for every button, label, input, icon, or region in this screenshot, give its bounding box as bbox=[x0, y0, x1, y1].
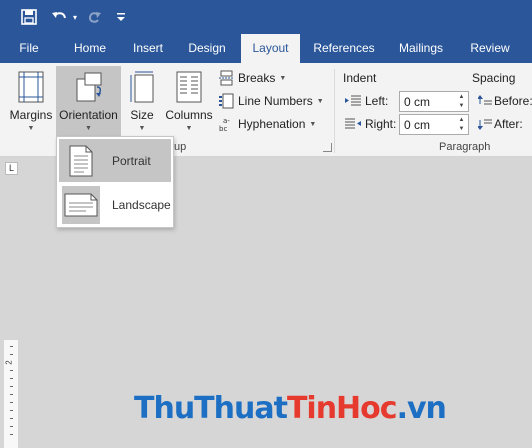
watermark-part: .vn bbox=[396, 391, 447, 426]
size-button[interactable]: Size ▼ bbox=[124, 66, 160, 136]
breaks-label: Breaks bbox=[238, 71, 276, 85]
indent-left-field[interactable]: 0 cm ▲ ▼ bbox=[399, 91, 469, 112]
tab-mailings[interactable]: Mailings bbox=[390, 34, 452, 63]
columns-icon bbox=[176, 71, 202, 103]
hyphenation-icon: a-bc bbox=[219, 117, 230, 132]
portrait-page-icon bbox=[62, 142, 100, 180]
paragraph-group-label: Paragraph bbox=[439, 141, 491, 153]
watermark-part: ThuThuat bbox=[134, 391, 288, 426]
menu-item-label: Landscape bbox=[112, 197, 171, 212]
tab-selector-button[interactable]: L bbox=[5, 162, 18, 175]
svg-text:a-: a- bbox=[223, 117, 230, 125]
undo-icon[interactable] bbox=[49, 6, 71, 28]
ruler-tick bbox=[10, 418, 13, 419]
spacing-after-label: After: bbox=[494, 117, 523, 131]
orientation-button[interactable]: Orientation ▼ bbox=[56, 66, 121, 136]
menu-item-label: Portrait bbox=[112, 153, 151, 168]
indent-left-spinner[interactable]: ▲ ▼ bbox=[457, 93, 466, 110]
size-icon bbox=[129, 71, 155, 103]
ruler-tick bbox=[10, 426, 13, 427]
tab-home[interactable]: Home bbox=[66, 34, 114, 63]
indent-right-label: Right: bbox=[365, 117, 397, 131]
indent-left-icon bbox=[345, 95, 361, 106]
ruler-tick bbox=[10, 394, 13, 395]
spacing-heading: Spacing bbox=[472, 71, 516, 85]
menu-item-landscape[interactable]: Landscape bbox=[59, 183, 171, 226]
title-bar: ▾ bbox=[0, 0, 532, 34]
breaks-button[interactable]: Breaks ▼ bbox=[219, 68, 286, 88]
chevron-down-icon: ▼ bbox=[185, 125, 193, 132]
indent-heading: Indent bbox=[343, 71, 377, 85]
svg-text:bc: bc bbox=[219, 125, 227, 132]
orientation-menu: Portrait Landscape bbox=[56, 136, 174, 228]
menu-item-portrait[interactable]: Portrait bbox=[59, 139, 171, 182]
tab-design[interactable]: Design bbox=[180, 34, 234, 63]
ruler-tick bbox=[10, 434, 13, 435]
page-setup-dialog-launcher-icon[interactable] bbox=[323, 143, 332, 152]
redo-icon[interactable] bbox=[84, 6, 104, 28]
indent-right-icon bbox=[345, 118, 361, 129]
line-numbers-button[interactable]: Line Numbers ▼ bbox=[219, 91, 324, 111]
margins-icon bbox=[18, 71, 44, 103]
watermark-part: TinHoc bbox=[286, 391, 398, 426]
chevron-down-icon: ▼ bbox=[279, 74, 287, 82]
indent-left-value: 0 cm bbox=[404, 94, 431, 109]
ruler-tick bbox=[10, 386, 13, 387]
margins-button[interactable]: Margins ▼ bbox=[6, 66, 56, 136]
spin-up-icon[interactable]: ▲ bbox=[457, 116, 466, 124]
line-numbers-label: Line Numbers bbox=[238, 94, 313, 108]
line-numbers-icon bbox=[219, 93, 234, 109]
chevron-down-icon: ▼ bbox=[309, 120, 317, 128]
hyphenation-label: Hyphenation bbox=[238, 117, 306, 131]
size-label: Size bbox=[130, 108, 154, 122]
columns-button[interactable]: Columns ▼ bbox=[162, 66, 216, 136]
tab-insert[interactable]: Insert bbox=[124, 34, 172, 63]
spacing-before-icon bbox=[478, 95, 492, 105]
chevron-down-icon: ▼ bbox=[316, 97, 324, 105]
spin-up-icon[interactable]: ▲ bbox=[457, 93, 466, 101]
page-setup-group-label: up bbox=[174, 141, 187, 153]
indent-right-value: 0 cm bbox=[404, 117, 431, 132]
spacing-before-label: Before: bbox=[494, 94, 532, 108]
vertical-ruler: 2 bbox=[4, 340, 18, 448]
ruler-tick bbox=[10, 346, 13, 347]
spacing-after-label-group: After: bbox=[478, 114, 523, 134]
orientation-icon bbox=[73, 71, 105, 103]
spin-down-icon[interactable]: ▼ bbox=[457, 125, 466, 133]
tab-file[interactable]: File bbox=[10, 34, 48, 63]
hyphenation-button[interactable]: a-bc Hyphenation ▼ bbox=[219, 114, 316, 134]
orientation-label: Orientation bbox=[59, 108, 118, 122]
customize-qat-icon[interactable] bbox=[114, 6, 128, 28]
indent-left-label: Left: bbox=[365, 94, 389, 108]
ruler-number: 2 bbox=[4, 360, 14, 365]
ruler-tick bbox=[10, 402, 13, 403]
ruler-tick bbox=[10, 410, 13, 411]
spacing-before-label-group: Before: bbox=[478, 91, 532, 111]
tab-references[interactable]: References bbox=[306, 34, 382, 63]
ribbon-tab-bar: File Home Insert Design Layout Reference… bbox=[0, 34, 532, 63]
chevron-down-icon: ▼ bbox=[138, 125, 146, 132]
group-separator bbox=[334, 69, 335, 153]
indent-right-spinner[interactable]: ▲ ▼ bbox=[457, 116, 466, 133]
breaks-icon bbox=[219, 70, 234, 86]
watermark-logo: ThuThuatTinHoc.vn bbox=[134, 391, 447, 426]
tab-review[interactable]: Review bbox=[464, 34, 516, 63]
margins-label: Margins bbox=[9, 108, 53, 122]
ruler-tick bbox=[10, 378, 13, 379]
indent-right-field[interactable]: 0 cm ▲ ▼ bbox=[399, 114, 469, 135]
ruler-tick bbox=[10, 354, 13, 355]
indent-right-label-group: Right: bbox=[345, 114, 396, 134]
save-icon[interactable] bbox=[18, 6, 40, 28]
landscape-page-icon bbox=[62, 185, 100, 224]
indent-left-label-group: Left: bbox=[345, 91, 388, 111]
ruler-tick bbox=[10, 370, 13, 371]
undo-dropdown-icon[interactable]: ▾ bbox=[70, 6, 80, 28]
chevron-down-icon: ▼ bbox=[85, 125, 92, 132]
tab-layout[interactable]: Layout bbox=[241, 34, 300, 63]
spacing-after-icon bbox=[478, 119, 492, 130]
columns-label: Columns bbox=[165, 108, 213, 122]
spin-down-icon[interactable]: ▼ bbox=[457, 102, 466, 110]
chevron-down-icon: ▼ bbox=[27, 125, 35, 132]
